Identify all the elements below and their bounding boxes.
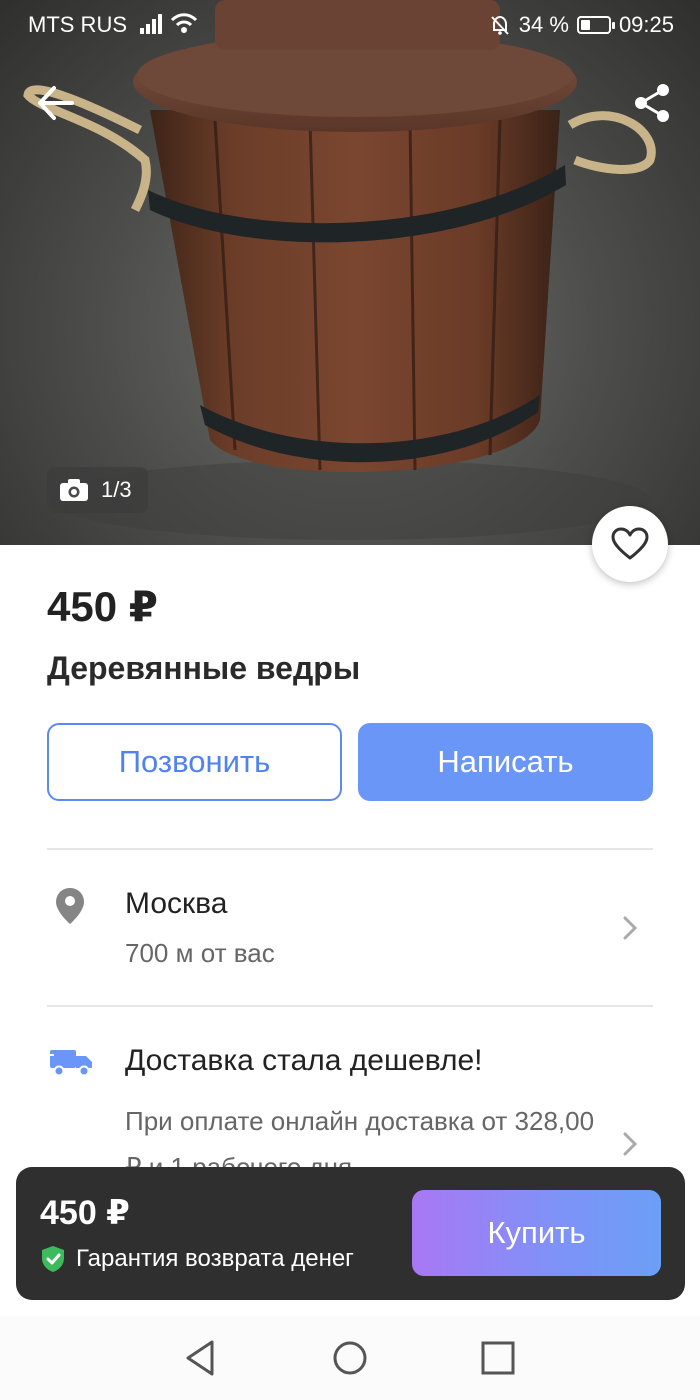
wifi-icon (170, 13, 198, 33)
battery-icon (576, 16, 615, 34)
map-pin-icon (56, 888, 84, 924)
chevron-right-icon (623, 1132, 638, 1156)
divider (47, 848, 653, 850)
battery-percent: 34 % (518, 12, 569, 37)
arrow-left-icon (38, 86, 74, 120)
buy-button[interactable]: Купить (412, 1190, 661, 1276)
product-photo[interactable] (0, 0, 700, 545)
clock: 09:25 (618, 12, 674, 37)
signal-icon (140, 14, 162, 34)
delivery-title: Доставка стала дешевле! (125, 1044, 483, 1077)
guarantee-label: Гарантия возврата денег (76, 1245, 354, 1272)
nav-back-icon[interactable] (180, 1336, 224, 1380)
shield-check-icon (42, 1246, 64, 1272)
call-button[interactable]: Позвонить (47, 723, 342, 801)
share-button[interactable] (630, 80, 676, 126)
back-button[interactable] (30, 80, 80, 126)
purchase-bar: 450 ₽ Гарантия возврата денег Купить (16, 1167, 685, 1300)
listing-title: Деревянные ведры (47, 650, 361, 686)
barrel-image (23, 0, 656, 540)
photo-counter-text: 1/3 (101, 477, 132, 502)
delivery-description: При оплате онлайн доставка от 328,00 ₽ и… (125, 1106, 595, 1168)
chevron-right-icon (623, 916, 638, 940)
share-icon (635, 84, 669, 122)
truck-icon (48, 1050, 92, 1077)
nav-recents-icon[interactable] (476, 1336, 520, 1380)
nav-home-icon[interactable] (328, 1336, 372, 1380)
status-bar: MTS RUS 34 % 09:25 (0, 0, 700, 48)
listing-price: 450 ₽ (47, 583, 158, 630)
system-nav-bar (0, 1316, 700, 1400)
muted-bell-icon (491, 15, 509, 35)
heart-icon (611, 527, 649, 560)
write-button[interactable]: Написать (358, 723, 653, 801)
camera-icon (60, 479, 88, 501)
photo-counter: 1/3 (47, 467, 148, 513)
carrier-name: MTS RUS (28, 12, 127, 37)
favorite-button[interactable] (592, 506, 668, 582)
purchase-price: 450 ₽ (40, 1194, 130, 1232)
money-back-guarantee[interactable]: Гарантия возврата денег (40, 1245, 354, 1273)
divider (47, 1005, 653, 1007)
location-distance: 700 м от вас (125, 938, 275, 968)
location-city: Москва (125, 887, 228, 920)
